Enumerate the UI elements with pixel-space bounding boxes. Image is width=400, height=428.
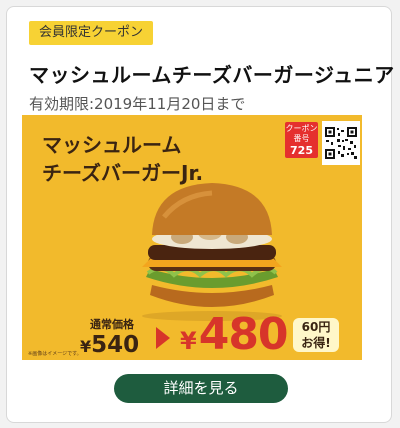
- regular-price-block: 通常価格 ¥540: [80, 316, 139, 358]
- qr-code-icon: [322, 121, 360, 165]
- product-name-line1: マッシュルーム: [42, 133, 182, 157]
- members-only-badge: 会員限定クーポン: [29, 21, 154, 45]
- sale-price: 480: [198, 309, 289, 360]
- coupon-title: マッシュルームチーズバーガージュニア: [29, 63, 395, 87]
- image-disclaimer: ※画像はイメージです。: [28, 351, 82, 357]
- coupon-image: マッシュルーム チーズバーガーJr. クーポン 番号 725 通常価格 ¥540…: [22, 115, 362, 360]
- savings-badge: 60円 お得!: [293, 318, 339, 352]
- view-details-button[interactable]: 詳細を見る: [114, 374, 288, 403]
- savings-text: お得!: [301, 336, 331, 350]
- sale-currency: ¥: [180, 327, 197, 355]
- coupon-number-label: クーポン: [285, 124, 318, 133]
- coupon-number-box: クーポン 番号 725: [285, 122, 318, 158]
- expiry-date: 有効期限:2019年11月20日まで: [29, 95, 246, 113]
- coupon-number: 725: [290, 144, 313, 157]
- coupon-number-label-2: 番号: [293, 134, 310, 143]
- arrow-right-icon: [156, 327, 170, 349]
- sale-price-block: ¥480: [180, 309, 289, 360]
- regular-price-label: 通常価格: [90, 318, 134, 331]
- burger-image: [142, 183, 282, 321]
- regular-price: 540: [91, 332, 140, 358]
- savings-amount: 60円: [301, 320, 331, 334]
